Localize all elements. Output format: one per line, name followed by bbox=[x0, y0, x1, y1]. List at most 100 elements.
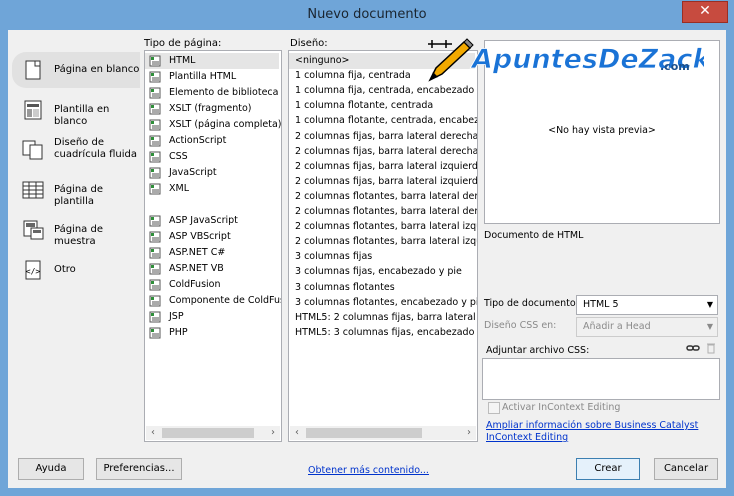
category-template-page[interactable]: Página de plantilla bbox=[12, 172, 140, 208]
file-type-icon bbox=[149, 327, 161, 339]
page-type-item[interactable]: PHP bbox=[145, 325, 279, 341]
page-type-item-label: ColdFusion bbox=[169, 279, 221, 290]
trash-icon[interactable] bbox=[706, 342, 716, 354]
svg-text:</>: </> bbox=[26, 267, 41, 276]
layout-item-label: 2 columnas flotantes, barra lateral izqu… bbox=[295, 236, 477, 248]
category-blank-template[interactable]: Plantilla en blanco bbox=[12, 92, 140, 128]
layout-item-label: 1 columna flotante, centrada, encabezado… bbox=[295, 115, 478, 127]
scroll-left-icon[interactable]: ‹ bbox=[146, 426, 160, 440]
incontext-checkbox[interactable] bbox=[488, 402, 500, 414]
layout-item[interactable]: 2 columnas flotantes, barra lateral izqu… bbox=[289, 234, 477, 250]
incontext-label: Activar InContext Editing bbox=[502, 402, 621, 413]
layout-item[interactable]: 1 columna flotante, centrada bbox=[289, 98, 475, 114]
file-type-icon bbox=[149, 103, 161, 115]
layout-item[interactable]: 2 columnas flotantes, barra lateral izqu… bbox=[289, 219, 477, 235]
file-type-icon bbox=[149, 151, 161, 163]
watermark-suffix: .com bbox=[660, 60, 690, 73]
page-type-item[interactable]: Plantilla HTML bbox=[145, 69, 279, 85]
help-button[interactable]: Ayuda bbox=[18, 458, 84, 480]
layout-item-label: 2 columnas fijas, barra lateral izquierd… bbox=[295, 160, 478, 172]
file-type-icon bbox=[149, 135, 161, 147]
layout-item[interactable]: HTML5: 2 columnas fijas, barra lateral d… bbox=[289, 310, 477, 326]
preferences-button[interactable]: Preferencias... bbox=[96, 458, 182, 480]
layout-item[interactable]: 2 columnas flotantes, barra lateral dere… bbox=[289, 189, 477, 205]
page-type-item-label: Componente de ColdFusion bbox=[169, 295, 281, 306]
layout-item-label: 2 columnas fijas, barra lateral izquierd… bbox=[295, 175, 478, 187]
scroll-right-icon[interactable]: › bbox=[266, 426, 280, 440]
file-type-icon bbox=[149, 87, 161, 99]
layout-item[interactable]: 3 columnas fijas, encabezado y pie bbox=[289, 264, 475, 280]
more-info-link-line1[interactable]: Ampliar información sobre Business Catal… bbox=[486, 420, 698, 431]
layout-item[interactable]: 2 columnas fijas, barra lateral derecha,… bbox=[289, 144, 477, 160]
layout-item-label: 2 columnas flotantes, barra lateral dere… bbox=[295, 206, 478, 217]
page-type-item[interactable]: ASP VBScript bbox=[145, 229, 279, 245]
category-label: Página en blanco bbox=[54, 64, 140, 75]
doc-type-label: Tipo de documento: bbox=[484, 298, 579, 309]
chain-link-icon[interactable] bbox=[686, 343, 700, 353]
css-layout-select[interactable]: Añadir a Head ▼ bbox=[576, 317, 718, 337]
scroll-left-icon[interactable]: ‹ bbox=[290, 426, 304, 440]
chevron-down-icon: ▼ bbox=[706, 322, 713, 331]
page-type-item[interactable]: JavaScript bbox=[145, 165, 279, 181]
file-type-icon bbox=[149, 71, 161, 83]
layout-item[interactable]: 3 columnas flotantes, encabezado y pie bbox=[289, 295, 477, 311]
attached-css-list[interactable] bbox=[482, 358, 720, 400]
layout-item[interactable]: 2 columnas flotantes, barra lateral dere… bbox=[289, 204, 478, 220]
layout-item[interactable]: 2 columnas fijas, barra lateral izquierd… bbox=[289, 159, 478, 175]
category-other[interactable]: </> Otro bbox=[12, 252, 140, 288]
page-type-item[interactable]: XSLT (página completa) bbox=[145, 117, 282, 133]
page-type-item[interactable]: CSS bbox=[145, 149, 279, 165]
category-blank-page[interactable]: Página en blanco bbox=[12, 52, 140, 88]
file-type-icon bbox=[149, 55, 161, 67]
page-type-hscrollbar[interactable]: ‹ › bbox=[146, 426, 280, 440]
page-type-item[interactable]: XML bbox=[145, 181, 279, 197]
layout-item-label: HTML5: 2 columnas fijas, barra lateral d… bbox=[295, 311, 477, 323]
layout-item[interactable]: 3 columnas fijas bbox=[289, 249, 475, 265]
layout-item-label: 2 columnas fijas, barra lateral derecha bbox=[295, 130, 478, 142]
page-type-item-label: ASP VBScript bbox=[169, 231, 231, 242]
category-fluid-grid[interactable]: Diseño de cuadrícula fluida bbox=[12, 132, 140, 168]
layout-list[interactable]: <ninguno> 1 columna fija, centrada 1 colum… bbox=[288, 50, 478, 442]
category-label: Página de muestra bbox=[54, 224, 103, 247]
page-type-item-label: HTML bbox=[169, 55, 196, 66]
layout-item[interactable]: HTML5: 3 columnas fijas, encabezado y pi… bbox=[289, 325, 477, 341]
file-type-icon bbox=[149, 215, 161, 227]
page-type-item-label: ASP JavaScript bbox=[169, 215, 238, 226]
page-type-item[interactable]: ASP.NET VB bbox=[145, 261, 279, 277]
page-type-item[interactable]: ASP JavaScript bbox=[145, 213, 279, 229]
scroll-thumb[interactable] bbox=[162, 428, 254, 438]
file-type-icon bbox=[149, 247, 161, 259]
more-info-link-line2[interactable]: InContext Editing bbox=[486, 432, 568, 443]
layout-item[interactable]: 2 columnas fijas, barra lateral izquierd… bbox=[289, 174, 478, 190]
dialog-window: Nuevo documento ✕ Página en blanco Plant… bbox=[0, 0, 734, 496]
page-type-item-label: XSLT (página completa) bbox=[169, 119, 282, 130]
doc-type-select[interactable]: HTML 5 ▼ bbox=[576, 295, 718, 315]
page-type-item[interactable]: Componente de ColdFusion bbox=[145, 293, 281, 309]
get-more-content-link[interactable]: Obtener más contenido... bbox=[308, 465, 429, 476]
layout-item[interactable]: 1 columna flotante, centrada, encabezado… bbox=[289, 113, 478, 129]
category-sample-page[interactable]: Página de muestra bbox=[12, 212, 140, 248]
create-button[interactable]: Crear bbox=[576, 458, 640, 480]
page-type-item-label: Elemento de biblioteca bbox=[169, 87, 279, 98]
page-type-item[interactable]: ASP.NET C# bbox=[145, 245, 279, 261]
layout-hscrollbar[interactable]: ‹ › bbox=[290, 426, 476, 440]
file-type-icon bbox=[149, 263, 161, 275]
blank-template-icon bbox=[24, 100, 42, 120]
scroll-right-icon[interactable]: › bbox=[462, 426, 476, 440]
cancel-button[interactable]: Cancelar bbox=[654, 458, 718, 480]
page-type-item[interactable]: JSP bbox=[145, 309, 279, 325]
file-type-icon bbox=[149, 231, 161, 243]
layout-item[interactable]: 3 columnas flotantes bbox=[289, 280, 475, 296]
scroll-thumb[interactable] bbox=[306, 428, 422, 438]
layout-item-label: 2 columnas flotantes, barra lateral izqu… bbox=[295, 221, 477, 233]
page-type-item[interactable]: XSLT (fragmento) bbox=[145, 101, 279, 117]
page-type-item-label: JSP bbox=[169, 311, 184, 322]
page-type-item[interactable]: HTML bbox=[145, 53, 279, 69]
page-type-list[interactable]: HTML Plantilla HTML Elemento de biblioteca… bbox=[144, 50, 282, 442]
layout-item[interactable]: 2 columnas fijas, barra lateral derecha bbox=[289, 129, 478, 145]
page-type-item[interactable]: ColdFusion bbox=[145, 277, 279, 293]
page-type-item[interactable]: ActionScript bbox=[145, 133, 279, 149]
page-type-item[interactable]: Elemento de biblioteca bbox=[145, 85, 279, 101]
close-button[interactable]: ✕ bbox=[682, 1, 728, 23]
layout-item-label: HTML5: 3 columnas fijas, encabezado y pi… bbox=[295, 326, 477, 338]
